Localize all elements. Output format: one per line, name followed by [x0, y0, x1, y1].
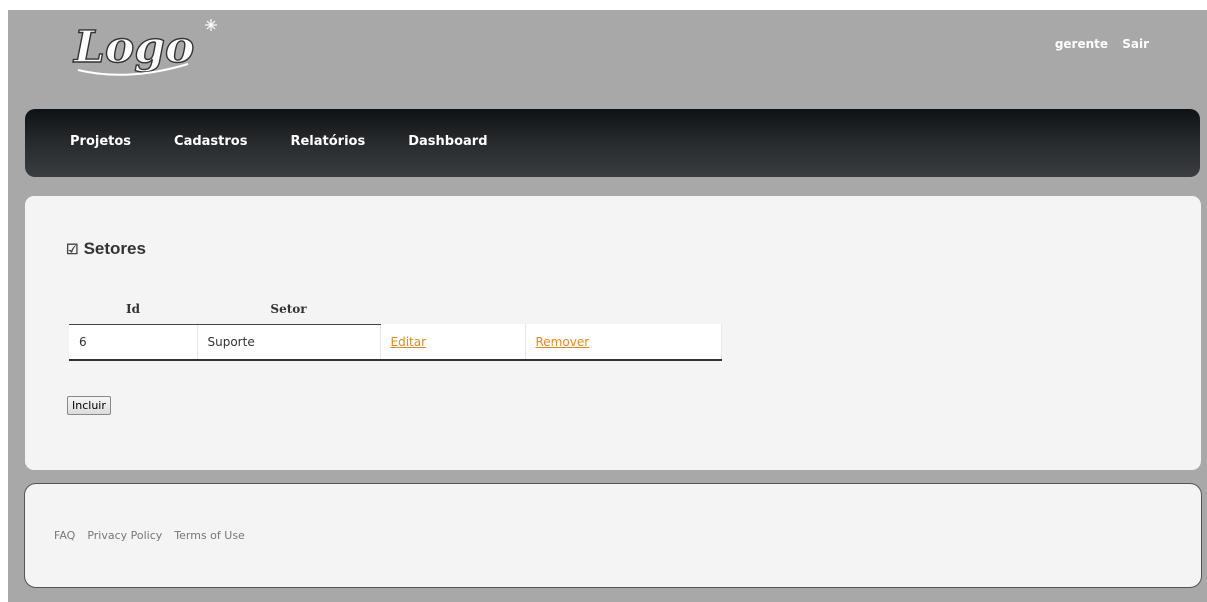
sectors-table: Id Setor 6 Suporte Editar Remover: [69, 294, 722, 361]
column-header-setor: Setor: [197, 294, 380, 325]
table-header-row: Id Setor: [69, 294, 721, 325]
logout-link[interactable]: Sair: [1122, 37, 1149, 51]
cell-id: 6: [69, 324, 198, 361]
page-background: Logo gerente Sair Projetos Cadastros Rel…: [8, 10, 1207, 602]
table-row: 6 Suporte Editar Remover: [69, 324, 722, 361]
column-header-id: Id: [69, 294, 197, 325]
footer-link-terms[interactable]: Terms of Use: [174, 529, 245, 542]
remove-link[interactable]: Remover: [536, 335, 590, 349]
footer-link-faq[interactable]: FAQ: [54, 529, 75, 542]
add-button[interactable]: Incluir: [67, 396, 111, 415]
checkbox-icon: ☑: [66, 240, 79, 257]
nav-item-dashboard[interactable]: Dashboard: [408, 134, 487, 149]
content-panel: ☑ Setores Id Setor 6 Suporte Editar Remo…: [25, 196, 1201, 470]
cell-setor: Suporte: [197, 324, 381, 361]
svg-text:Logo: Logo: [72, 22, 194, 73]
nav-item-cadastros[interactable]: Cadastros: [174, 134, 247, 149]
logo-image: Logo: [71, 19, 217, 76]
nav-item-projetos[interactable]: Projetos: [70, 134, 131, 149]
main-navbar: Projetos Cadastros Relatórios Dashboard: [25, 109, 1200, 177]
footer-link-privacy[interactable]: Privacy Policy: [87, 529, 162, 542]
column-header-remove: [525, 294, 721, 324]
user-name-link[interactable]: gerente: [1055, 37, 1108, 51]
footer-links: FAQ Privacy Policy Terms of Use: [54, 529, 257, 542]
section-title: ☑ Setores: [66, 239, 146, 259]
edit-link[interactable]: Editar: [391, 335, 427, 349]
nav-item-relatorios[interactable]: Relatórios: [290, 134, 365, 149]
nav-menu: Projetos Cadastros Relatórios Dashboard: [70, 134, 531, 149]
cell-edit: Editar: [380, 324, 526, 361]
user-links: gerente Sair: [1045, 37, 1149, 51]
cell-remove: Remover: [525, 324, 722, 361]
footer-panel: FAQ Privacy Policy Terms of Use: [24, 483, 1202, 588]
section-title-text: Setores: [83, 239, 146, 258]
logo[interactable]: Logo: [68, 16, 238, 80]
column-header-edit: [380, 294, 525, 324]
